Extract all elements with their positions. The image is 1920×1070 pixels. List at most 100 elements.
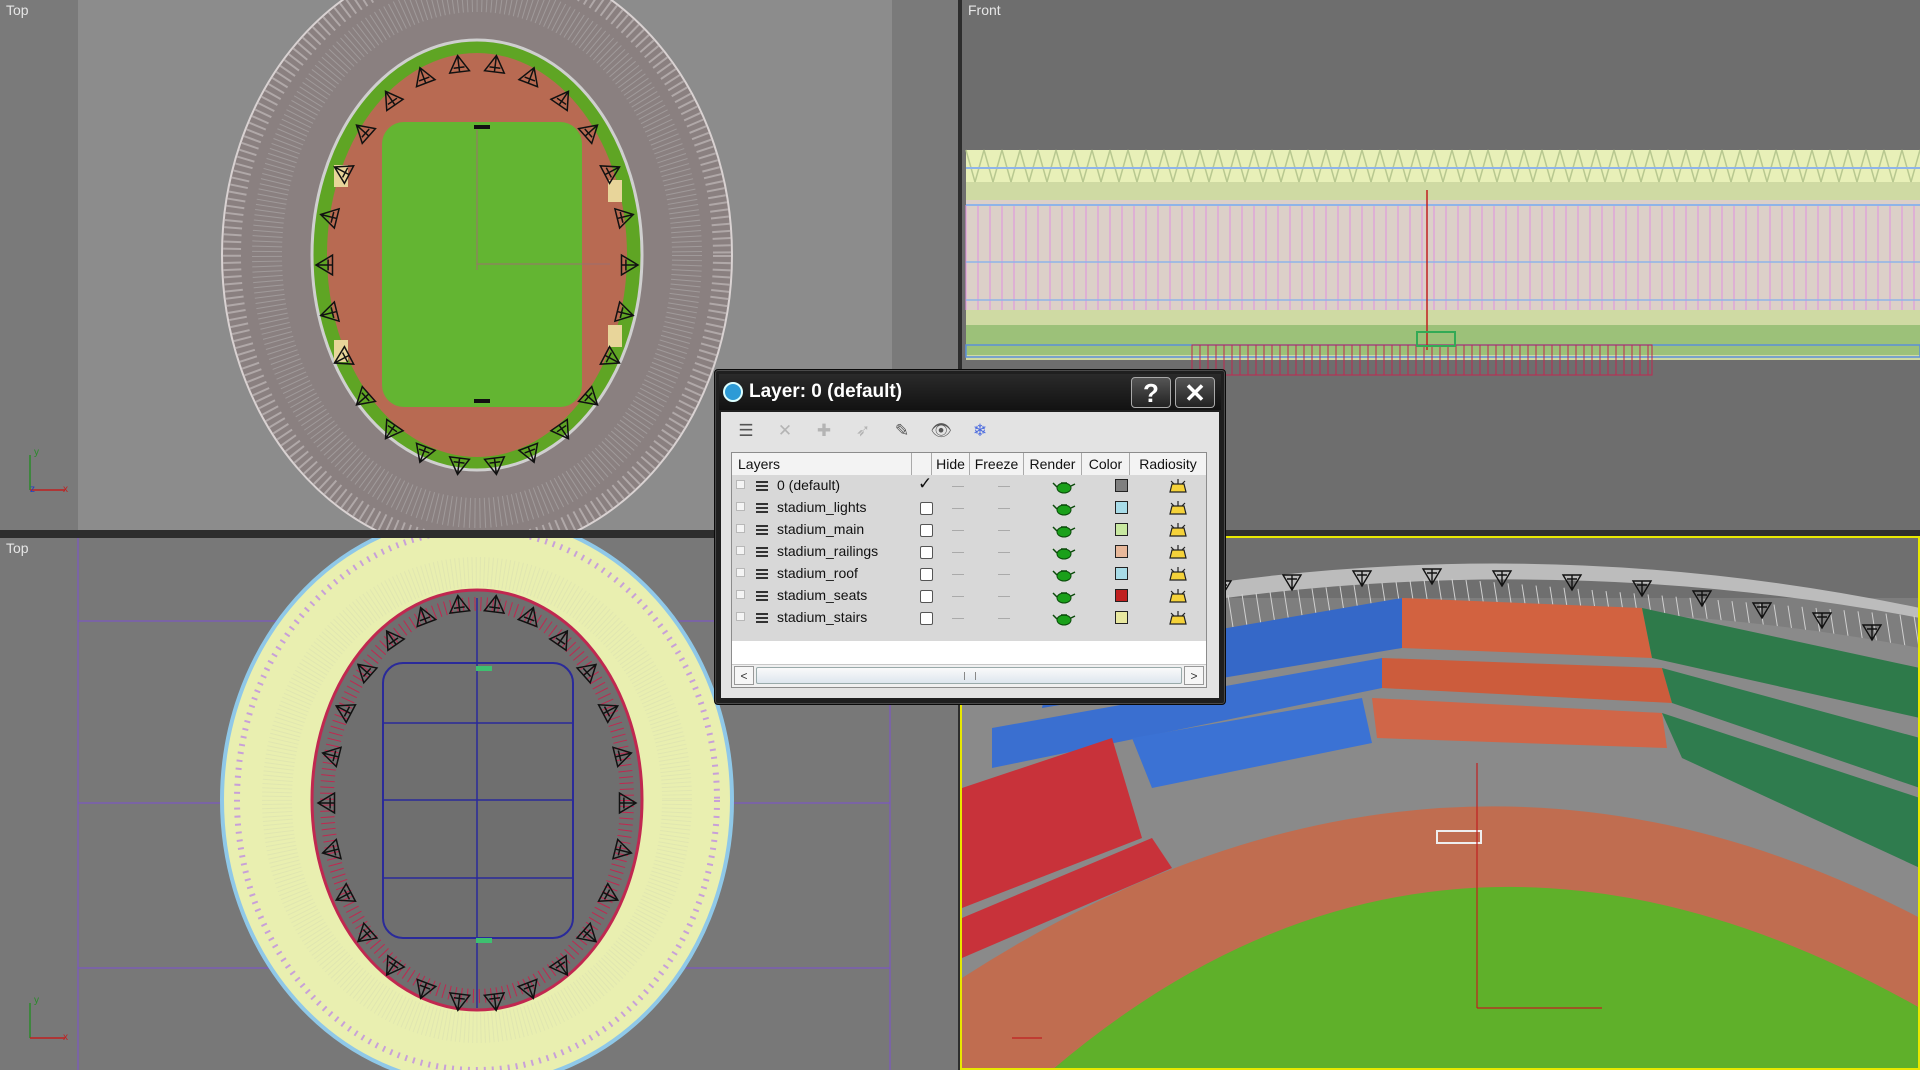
set-current-checkbox[interactable] [920, 612, 933, 625]
render-teapot-icon[interactable] [1052, 567, 1076, 582]
freeze-toggle[interactable] [998, 574, 1010, 575]
column-header-freeze[interactable]: Freeze [970, 453, 1024, 475]
radiosity-icon[interactable] [1167, 500, 1189, 517]
close-button[interactable]: ✕ [1175, 377, 1215, 408]
layer-stack-icon [756, 591, 768, 601]
layer-stack-icon [756, 503, 768, 513]
create-layer-icon[interactable]: ☰ [731, 418, 761, 444]
column-header-color[interactable]: Color [1082, 453, 1130, 475]
axis-y-label: y [34, 995, 39, 1006]
layer-name[interactable]: stadium_roof [777, 565, 858, 581]
column-header-hide[interactable]: Hide [932, 453, 970, 475]
layer-color-swatch[interactable] [1115, 589, 1128, 602]
current-layer-checkmark-icon[interactable]: ✓ [918, 474, 932, 494]
column-header-layers[interactable]: Layers [732, 453, 912, 475]
axis-y-label: y [34, 447, 39, 458]
hide-toggle[interactable] [952, 530, 964, 531]
scroll-left-button[interactable]: < [734, 666, 754, 685]
radiosity-icon[interactable] [1167, 522, 1189, 539]
hide-toggle[interactable] [952, 596, 964, 597]
layers-list[interactable]: Layers Hide Freeze Render Color Radiosit… [731, 452, 1207, 688]
freeze-unfreeze-icon[interactable]: ❄ [965, 418, 995, 444]
layer-color-swatch[interactable] [1115, 545, 1128, 558]
layers-list-header: Layers Hide Freeze Render Color Radiosit… [732, 453, 1206, 476]
stadium-light-icon [1751, 602, 1773, 620]
layer-row[interactable]: stadium_lights [732, 497, 1206, 519]
set-current-checkbox[interactable] [920, 502, 933, 515]
scroll-right-button[interactable]: > [1184, 666, 1204, 685]
hide-toggle[interactable] [952, 552, 964, 553]
render-teapot-icon[interactable] [1052, 501, 1076, 516]
expand-icon[interactable] [736, 590, 745, 599]
layer-row[interactable]: stadium_stairs [732, 607, 1206, 629]
add-to-layer-icon[interactable]: ✚ [809, 418, 839, 444]
freeze-toggle[interactable] [998, 552, 1010, 553]
column-header-render[interactable]: Render [1024, 453, 1082, 475]
freeze-toggle[interactable] [998, 486, 1010, 487]
set-current-checkbox[interactable] [920, 524, 933, 537]
hide-unhide-icon[interactable]: 👁 [926, 418, 956, 444]
scroll-grip-icon [964, 672, 976, 680]
expand-icon[interactable] [736, 524, 745, 533]
expand-icon[interactable] [736, 612, 745, 621]
app-logo-icon [723, 382, 743, 402]
delete-layer-icon[interactable]: ✕ [770, 418, 800, 444]
set-current-checkbox[interactable] [920, 590, 933, 603]
set-current-checkbox[interactable] [920, 546, 933, 559]
layer-row[interactable]: stadium_roof [732, 563, 1206, 585]
dialog-titlebar[interactable]: Layer: 0 (default) ? ✕ [719, 374, 1221, 410]
column-header-current[interactable] [912, 453, 932, 475]
scroll-thumb[interactable] [756, 667, 1182, 684]
hide-toggle[interactable] [952, 574, 964, 575]
layer-name[interactable]: 0 (default) [777, 477, 840, 493]
highlight-selected-icon[interactable]: ✎ [887, 418, 917, 444]
layer-name[interactable]: stadium_railings [777, 543, 878, 559]
render-teapot-icon[interactable] [1052, 523, 1076, 538]
help-button[interactable]: ? [1131, 377, 1171, 408]
layer-row[interactable]: stadium_main [732, 519, 1206, 541]
set-current-checkbox[interactable] [920, 568, 933, 581]
layers-rows: 0 (default) ✓ stadium_lights stadium_mai… [732, 474, 1206, 641]
radiosity-icon[interactable] [1167, 478, 1189, 495]
layer-name[interactable]: stadium_main [777, 521, 864, 537]
render-teapot-icon[interactable] [1052, 545, 1076, 560]
layer-name[interactable]: stadium_seats [777, 587, 867, 603]
layer-stack-icon [756, 481, 768, 491]
render-teapot-icon[interactable] [1052, 479, 1076, 494]
expand-icon[interactable] [736, 546, 745, 555]
hide-toggle[interactable] [952, 618, 964, 619]
render-teapot-icon[interactable] [1052, 611, 1076, 626]
layer-color-swatch[interactable] [1115, 523, 1128, 536]
layer-name[interactable]: stadium_lights [777, 499, 867, 515]
horizontal-scrollbar[interactable]: < > [732, 664, 1206, 687]
expand-icon[interactable] [736, 480, 745, 489]
select-in-layer-icon[interactable]: ➶ [848, 418, 878, 444]
radiosity-icon[interactable] [1167, 566, 1189, 583]
layer-row[interactable]: stadium_seats [732, 585, 1206, 607]
freeze-toggle[interactable] [998, 530, 1010, 531]
hide-toggle[interactable] [952, 508, 964, 509]
radiosity-icon[interactable] [1167, 544, 1189, 561]
expand-icon[interactable] [736, 568, 745, 577]
layer-name[interactable]: stadium_stairs [777, 609, 867, 625]
layer-color-swatch[interactable] [1115, 479, 1128, 492]
expand-icon[interactable] [736, 502, 745, 511]
viewport-label[interactable]: Top [6, 2, 29, 18]
layer-color-swatch[interactable] [1115, 567, 1128, 580]
viewport-label[interactable]: Front [968, 2, 1001, 18]
freeze-toggle[interactable] [998, 618, 1010, 619]
column-header-radiosity[interactable]: Radiosity [1130, 453, 1206, 475]
viewport-label[interactable]: Top [6, 540, 29, 556]
freeze-toggle[interactable] [998, 596, 1010, 597]
layer-dialog[interactable]: Layer: 0 (default) ? ✕ ☰ ✕ ✚ ➶ ✎ 👁 ❄ Layers Hi… [714, 369, 1226, 705]
layer-row[interactable]: stadium_railings [732, 541, 1206, 563]
layer-color-swatch[interactable] [1115, 501, 1128, 514]
layer-color-swatch[interactable] [1115, 611, 1128, 624]
layer-stack-icon [756, 547, 768, 557]
hide-toggle[interactable] [952, 486, 964, 487]
freeze-toggle[interactable] [998, 508, 1010, 509]
layer-row[interactable]: 0 (default) ✓ [732, 474, 1206, 497]
radiosity-icon[interactable] [1167, 610, 1189, 627]
radiosity-icon[interactable] [1167, 588, 1189, 605]
render-teapot-icon[interactable] [1052, 589, 1076, 604]
